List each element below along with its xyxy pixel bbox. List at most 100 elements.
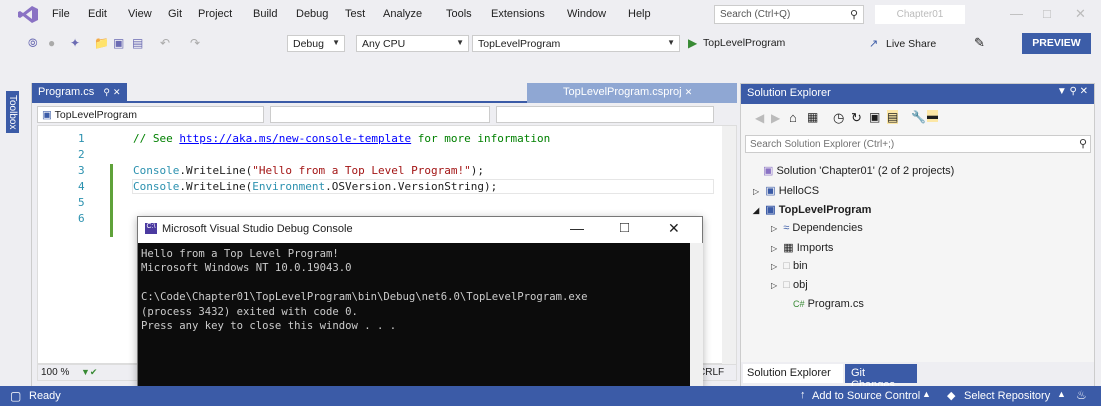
forward-icon[interactable]: ● (48, 36, 55, 50)
menu-tools[interactable]: Tools (446, 8, 472, 20)
undo-icon[interactable]: ↶ (160, 36, 170, 50)
tree-program-cs[interactable]: C# Program.cs (793, 298, 864, 310)
member-dropdown[interactable] (270, 106, 490, 123)
menu-git[interactable]: Git (168, 8, 182, 20)
toolbar: ⦾ ● ✦ 📁 ▣ ▤ ↶ ↷ Debug ▼ Any CPU ▼ TopLevel… (0, 29, 1101, 57)
save-icon[interactable]: ▣ (113, 36, 124, 50)
properties-icon[interactable]: 🔧 (911, 110, 926, 124)
tab-solution-explorer[interactable]: Solution Explorer (743, 364, 843, 383)
refresh-icon[interactable]: ↻ (851, 110, 862, 126)
scope-dropdown[interactable]: ▣ TopLevelProgram (37, 106, 264, 123)
forward-icon[interactable]: ▶ (771, 111, 780, 125)
play-icon[interactable]: ▶ (688, 36, 697, 50)
maximize-icon[interactable]: □ (1043, 6, 1051, 21)
menu-bar: File Edit View Git Project Build Debug T… (0, 0, 1101, 29)
menu-debug[interactable]: Debug (296, 8, 328, 20)
expand-icon[interactable]: ▷ (771, 224, 777, 233)
menu-view[interactable]: View (128, 8, 152, 20)
close-tab-icon[interactable]: ✕ (685, 87, 693, 97)
console-app-icon: C:\ (145, 223, 157, 234)
notification-bell-icon[interactable]: ♨ (1076, 388, 1087, 402)
menu-project[interactable]: Project (198, 8, 232, 20)
code-text: .OSVersion.VersionString); (325, 180, 498, 193)
change-marker (110, 164, 113, 197)
tree-imports[interactable]: ▷ ▦ Imports (771, 241, 833, 254)
open-folder-icon[interactable]: 📁 (94, 36, 109, 50)
tree-project-hellocs[interactable]: ▷ ▣ HelloCS (753, 184, 819, 197)
history-icon[interactable]: ◷ (833, 110, 844, 126)
status-bar: ▢ Ready ↑ Add to Source Control ▲ ◆ Sele… (0, 386, 1101, 406)
back-icon[interactable]: ◀ (755, 111, 764, 125)
tab-git-changes[interactable]: Git Changes (845, 364, 917, 391)
expand-icon[interactable]: ▷ (771, 281, 777, 290)
tree-label: obj (793, 279, 808, 291)
tree-solution[interactable]: ▣ Solution 'Chapter01' (2 of 2 projects) (763, 164, 954, 177)
minimize-icon[interactable]: — (570, 220, 584, 236)
collapse-icon[interactable]: ▣ (869, 110, 880, 124)
close-tab-icon[interactable]: ✕ (113, 87, 121, 97)
tree-obj[interactable]: ▷ □ obj (771, 279, 808, 291)
preview-selected-icon[interactable]: ▬ (927, 110, 938, 122)
select-repository-button[interactable]: Select Repository (964, 390, 1050, 402)
chevron-down-icon: ▼ (667, 38, 675, 47)
zoom-level[interactable]: 100 % (41, 367, 69, 378)
member2-dropdown[interactable] (496, 106, 714, 123)
code-comment: // See (133, 132, 180, 145)
menu-window[interactable]: Window (567, 8, 606, 20)
menu-edit[interactable]: Edit (88, 8, 107, 20)
show-all-files-icon[interactable]: ▤ (887, 110, 899, 124)
menu-help[interactable]: Help (628, 8, 651, 20)
close-icon[interactable]: ✕ (668, 220, 680, 237)
close-icon[interactable]: ✕ (1075, 6, 1086, 22)
code-text: .WriteLine( (179, 180, 253, 193)
menu-analyze[interactable]: Analyze (383, 8, 422, 20)
tab-csproj[interactable]: TopLevelProgram.csproj ✕ (527, 83, 737, 103)
editor-scrollbar[interactable] (722, 126, 736, 365)
code-type: Console (133, 180, 180, 193)
health-icon[interactable]: ▼✔ (81, 367, 97, 378)
startup-project-dropdown[interactable]: TopLevelProgram ▼ (472, 35, 680, 52)
expand-icon[interactable]: ▷ (771, 244, 777, 253)
tab-program-cs[interactable]: Program.cs ⚲ ✕ (32, 83, 127, 103)
output-icon[interactable]: ▢ (10, 389, 21, 403)
close-icon[interactable]: ▼ ⚲ ✕ (1057, 86, 1088, 97)
search-placeholder: Search Solution Explorer (Ctrl+;) (750, 139, 895, 150)
live-share-button[interactable]: Live Share (886, 38, 936, 50)
pin-icon[interactable]: ⚲ (103, 87, 110, 97)
toolbox-tab[interactable]: Toolbox (6, 91, 19, 134)
switch-views-icon[interactable]: ▦ (807, 110, 818, 124)
solution-explorer-toolbar: ◀ ▶ ⌂ ▦ ◷ ↻ ▣ ▤ 🔧 ▬ (741, 106, 1094, 132)
menu-test[interactable]: Test (345, 8, 365, 20)
solution-search-input[interactable]: Search Solution Explorer (Ctrl+;) ⚲ (745, 135, 1091, 153)
menu-extensions[interactable]: Extensions (491, 8, 545, 20)
preview-button[interactable]: PREVIEW (1022, 33, 1091, 54)
code-link[interactable]: https://aka.ms/new-console-template (179, 132, 411, 145)
platform-dropdown[interactable]: Any CPU ▼ (356, 35, 469, 52)
chevron-down-icon: ▼ (456, 38, 464, 47)
back-icon[interactable]: ⦾ (28, 36, 38, 51)
home-icon[interactable]: ⌂ (789, 110, 797, 125)
tree-bin[interactable]: ▷ □ bin (771, 260, 808, 272)
add-source-control-button[interactable]: Add to Source Control (812, 390, 920, 402)
config-dropdown[interactable]: Debug ▼ (287, 35, 345, 52)
save-all-icon[interactable]: ▤ (132, 36, 143, 50)
tree-dependencies[interactable]: ▷ ≈ Dependencies (771, 222, 863, 234)
search-input[interactable]: Search (Ctrl+Q) ⚲ (714, 5, 864, 24)
console-titlebar[interactable]: C:\ Microsoft Visual Studio Debug Consol… (138, 217, 702, 243)
run-button[interactable]: TopLevelProgram (703, 37, 785, 49)
feedback-icon[interactable]: ✎ (974, 35, 985, 51)
tree-project-toplevelprogram[interactable]: ◢ ▣ TopLevelProgram (753, 203, 871, 216)
menu-build[interactable]: Build (253, 8, 277, 20)
minimize-icon[interactable]: — (1010, 6, 1023, 21)
console-scrollbar[interactable] (690, 243, 703, 389)
expand-icon[interactable]: ▷ (771, 262, 777, 271)
console-output: Hello from a Top Level Program! Microsof… (138, 243, 690, 389)
line-number: 5 (78, 196, 85, 209)
maximize-icon[interactable]: □ (620, 219, 629, 236)
new-project-icon[interactable]: ✦ (70, 36, 80, 50)
expand-icon[interactable]: ▷ (753, 187, 759, 196)
collapse-arrow-icon[interactable]: ◢ (753, 206, 759, 215)
live-share-icon: ↗ (869, 38, 879, 50)
redo-icon[interactable]: ↷ (190, 36, 200, 50)
menu-file[interactable]: File (52, 8, 70, 20)
